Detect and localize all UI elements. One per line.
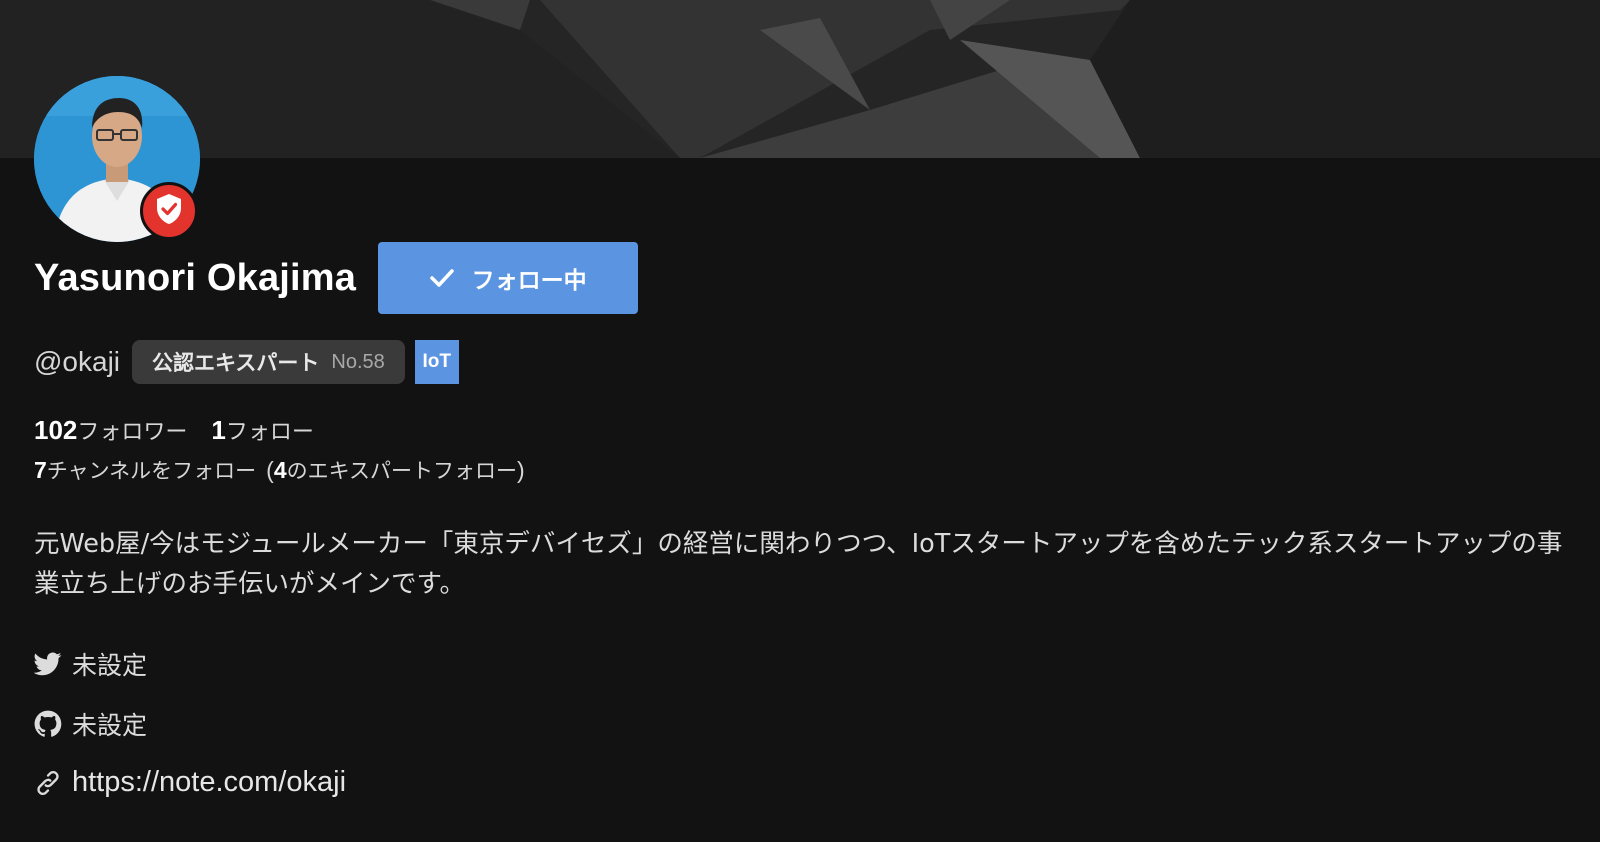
avatar-container [34,76,200,242]
followers-link[interactable]: 102 フォロワー [34,414,187,446]
verified-shield-badge [140,182,198,240]
twitter-icon [34,650,62,678]
channels-label: チャンネルをフォロー [46,459,257,483]
following-link[interactable]: 1 フォロー [211,414,313,446]
expert-badge-label: 公認エキスパート [152,351,320,375]
github-link-row: 未設定 [34,706,147,742]
profile-name: Yasunori Okajima [34,256,357,299]
followers-count: 102 [34,415,78,445]
github-value: 未設定 [72,711,148,740]
profile-handle: @okaji [34,346,121,377]
shield-check-icon [154,192,184,230]
profile-page: Yasunori Okajima フォロー中 @okaji 公認エキスパート N… [0,0,1600,842]
website-link[interactable]: https://note.com/okaji [72,766,346,799]
paren-open: ( [266,457,274,483]
paren-close: ) [517,457,525,483]
experts-label: のエキスパートフォロー [286,459,518,483]
channel-follow-stats[interactable]: 7 チャンネルをフォロー ( 4 のエキスパートフォロー ) [34,455,525,485]
link-icon [34,769,62,797]
follow-stats: 102 フォロワー 1 フォロー [34,414,314,446]
website-link-row: https://note.com/okaji [34,766,346,799]
cover-image [0,0,1600,158]
twitter-value: 未設定 [72,651,148,680]
twitter-link-row: 未設定 [34,646,147,682]
tag-iot[interactable]: IoT [414,340,459,384]
followers-label: フォロワー [77,420,188,445]
expert-badge[interactable]: 公認エキスパート No.58 [132,340,405,384]
experts-count: 4 [273,457,287,483]
following-button[interactable]: フォロー中 [378,242,639,314]
github-icon [34,710,62,738]
channels-count: 7 [34,457,47,483]
check-icon [429,268,454,288]
following-count: 1 [211,415,226,445]
expert-badge-number: No.58 [331,350,385,373]
name-row: Yasunori Okajima フォロー中 [34,242,639,314]
following-button-label: フォロー中 [471,268,587,294]
profile-bio: 元Web屋/今はモジュールメーカー「東京デバイセズ」の経営に関わりつつ、IoTス… [34,529,1563,599]
following-label: フォロー [225,420,314,445]
handle-row: @okaji 公認エキスパート No.58 IoT [34,340,459,384]
